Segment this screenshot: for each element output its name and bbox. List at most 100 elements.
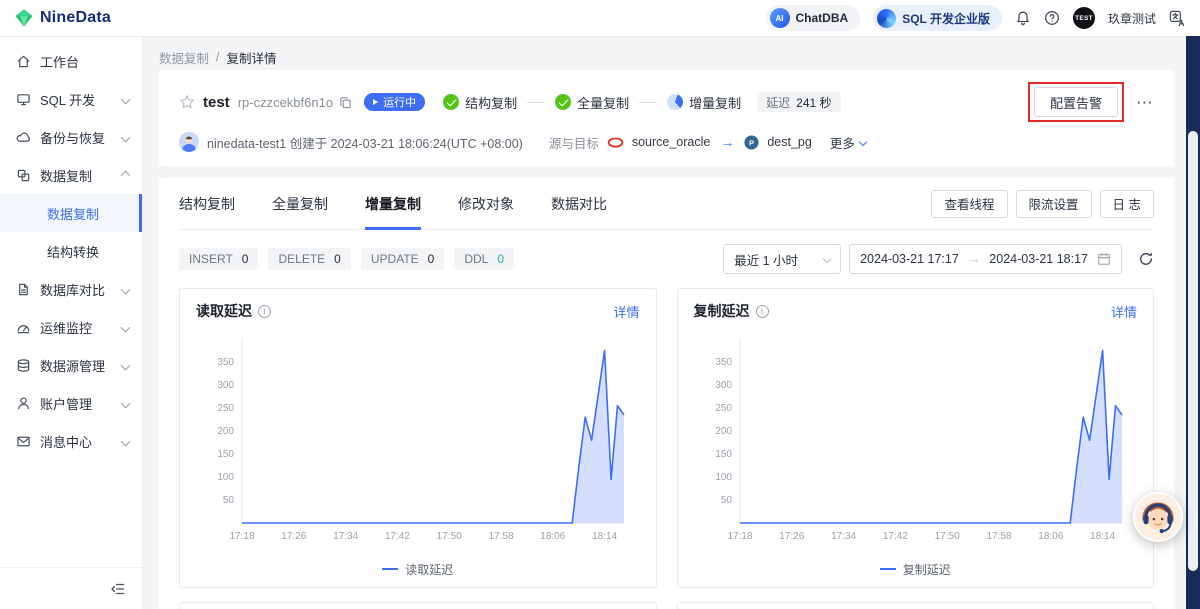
sidebar-item-datasource-mgmt[interactable]: 数据源管理 bbox=[0, 346, 142, 384]
detail-link[interactable]: 详情 bbox=[613, 302, 639, 321]
notification-bell-icon[interactable] bbox=[1015, 10, 1031, 26]
throughput-charts-row: 读取流量吞吐 详情 写入流量吞吐 详情 bbox=[179, 602, 1154, 609]
page-scrollbar[interactable] bbox=[1186, 36, 1200, 609]
main-content: 数据复制 / 复制详情 test rp-czzcekbf6n1o 运行中 结构复… bbox=[143, 36, 1200, 609]
chevron-down-icon bbox=[121, 132, 131, 142]
svg-text:18:14: 18:14 bbox=[1090, 531, 1115, 542]
tab-data-compare[interactable]: 数据对比 bbox=[551, 178, 607, 229]
chevron-down-icon bbox=[859, 138, 867, 146]
task-name: test bbox=[203, 94, 230, 111]
scrollbar-thumb[interactable] bbox=[1188, 131, 1198, 571]
breadcrumb-current: 复制详情 bbox=[227, 48, 277, 67]
cloud-icon bbox=[16, 130, 31, 145]
stat-update: UPDATE 0 bbox=[361, 248, 444, 270]
collapse-sidebar-icon[interactable] bbox=[110, 581, 126, 597]
chatdba-button[interactable]: AI ChatDBA bbox=[766, 5, 861, 31]
creator-info: ninedata-test1 创建于 2024-03-21 18:06:24(U… bbox=[207, 133, 523, 152]
svg-text:17:18: 17:18 bbox=[229, 531, 254, 542]
rate-limit-button[interactable]: 限流设置 bbox=[1016, 190, 1092, 218]
info-icon[interactable] bbox=[756, 305, 769, 318]
ninedata-logo-icon bbox=[14, 8, 34, 28]
sidebar-item-sql-dev[interactable]: SQL 开发 bbox=[0, 80, 142, 118]
svg-text:200: 200 bbox=[715, 426, 732, 437]
time-preset-select[interactable]: 最近 1 小时 bbox=[723, 244, 841, 274]
task-card: test rp-czzcekbf6n1o 运行中 结构复制 全量复制 bbox=[159, 70, 1174, 166]
svg-text:250: 250 bbox=[715, 403, 732, 414]
more-link[interactable]: 更多 bbox=[830, 133, 866, 152]
chart-legend: 复制延迟 bbox=[694, 557, 1138, 581]
help-icon[interactable] bbox=[1044, 10, 1060, 26]
write-throughput-card: 写入流量吞吐 详情 bbox=[677, 602, 1155, 609]
sql-edition-button[interactable]: SQL 开发企业版 bbox=[873, 5, 1002, 31]
view-threads-button[interactable]: 查看线程 bbox=[931, 190, 1007, 218]
tab-structure-replication[interactable]: 结构复制 bbox=[179, 178, 235, 229]
sidebar-item-backup-restore[interactable]: 备份与恢复 bbox=[0, 118, 142, 156]
check-circle-icon bbox=[443, 94, 459, 110]
range-end: 2024-03-21 18:17 bbox=[989, 252, 1088, 266]
chevron-down-icon bbox=[121, 284, 131, 294]
replication-icon bbox=[16, 168, 31, 183]
sidebar-subitem-data-replication[interactable]: 数据复制 bbox=[0, 194, 142, 232]
tab-modify-objects[interactable]: 修改对象 bbox=[458, 178, 514, 229]
date-range-input[interactable]: 2024-03-21 17:17 → 2024-03-21 18:17 bbox=[849, 244, 1122, 274]
svg-text:300: 300 bbox=[217, 380, 234, 391]
sidebar-item-workbench[interactable]: 工作台 bbox=[0, 42, 142, 80]
stats-row: INSERT 0 DELETE 0 UPDATE 0 DDL 0 最近 1 小时 bbox=[179, 244, 1154, 274]
favorite-star-icon[interactable] bbox=[179, 94, 195, 110]
brand-logo[interactable]: NineData bbox=[14, 8, 111, 28]
sidebar-item-ops-monitor[interactable]: 运维监控 bbox=[0, 308, 142, 346]
detail-panel: 结构复制 全量复制 增量复制 修改对象 数据对比 查看线程 限流设置 日 志 I… bbox=[159, 178, 1174, 609]
terminal-icon bbox=[16, 92, 31, 107]
sidebar-subitem-schema-conversion[interactable]: 结构转换 bbox=[0, 232, 142, 270]
user-avatar[interactable]: TEST bbox=[1073, 7, 1095, 29]
tab-full-replication[interactable]: 全量复制 bbox=[272, 178, 328, 229]
tab-incremental-replication[interactable]: 增量复制 bbox=[365, 178, 421, 229]
svg-text:17:42: 17:42 bbox=[882, 531, 907, 542]
task-id: rp-czzcekbf6n1o bbox=[238, 95, 333, 110]
sql-product-icon bbox=[877, 9, 896, 28]
refresh-button[interactable] bbox=[1138, 251, 1154, 267]
svg-text:350: 350 bbox=[715, 357, 732, 368]
svg-text:100: 100 bbox=[217, 472, 234, 483]
customer-service-avatar[interactable] bbox=[1132, 491, 1184, 543]
log-button[interactable]: 日 志 bbox=[1100, 190, 1154, 218]
chevron-down-icon bbox=[121, 322, 131, 332]
step-structure-replication: 结构复制 bbox=[443, 93, 517, 112]
svg-text:18:06: 18:06 bbox=[540, 531, 565, 542]
sidebar-footer bbox=[0, 567, 142, 609]
detail-link[interactable]: 详情 bbox=[1111, 302, 1137, 321]
more-actions-icon[interactable]: ⋯ bbox=[1136, 94, 1154, 111]
sidebar-item-db-compare[interactable]: 数据库对比 bbox=[0, 270, 142, 308]
info-icon[interactable] bbox=[258, 305, 271, 318]
database-icon bbox=[16, 358, 31, 373]
svg-text:50: 50 bbox=[223, 495, 235, 506]
sidebar-item-message-center[interactable]: 消息中心 bbox=[0, 422, 142, 460]
svg-text:17:34: 17:34 bbox=[333, 531, 358, 542]
step-incremental-replication: 增量复制 bbox=[667, 93, 741, 112]
chart-title: 复制延迟 bbox=[694, 301, 750, 321]
configure-alert-button[interactable]: 配置告警 bbox=[1034, 87, 1118, 117]
running-icon bbox=[373, 99, 378, 105]
copy-icon[interactable] bbox=[339, 96, 352, 109]
step-full-replication: 全量复制 bbox=[555, 93, 629, 112]
sidebar-item-data-replication[interactable]: 数据复制 bbox=[0, 156, 142, 194]
breadcrumb-separator: / bbox=[216, 50, 219, 64]
svg-text:17:58: 17:58 bbox=[488, 531, 513, 542]
range-arrow-icon: → bbox=[968, 252, 981, 266]
svg-text:18:06: 18:06 bbox=[1038, 531, 1063, 542]
replication-steps: 结构复制 全量复制 增量复制 bbox=[443, 93, 741, 112]
mail-icon bbox=[16, 434, 31, 449]
svg-text:200: 200 bbox=[217, 426, 234, 437]
svg-text:50: 50 bbox=[720, 495, 732, 506]
source-target-label: 源与目标 bbox=[549, 133, 599, 152]
check-circle-icon bbox=[555, 94, 571, 110]
user-name[interactable]: 玖章测试 bbox=[1108, 10, 1156, 27]
svg-text:150: 150 bbox=[715, 449, 732, 460]
svg-text:150: 150 bbox=[217, 449, 234, 460]
chatdba-icon: AI bbox=[770, 8, 790, 28]
chevron-down-icon bbox=[121, 360, 131, 370]
breadcrumb-parent[interactable]: 数据复制 bbox=[159, 48, 209, 67]
read-delay-card: 读取延迟 详情 5010015020025030035017:1817:2617… bbox=[179, 288, 657, 588]
sidebar-item-account-mgmt[interactable]: 账户管理 bbox=[0, 384, 142, 422]
translate-icon[interactable] bbox=[1169, 10, 1186, 27]
